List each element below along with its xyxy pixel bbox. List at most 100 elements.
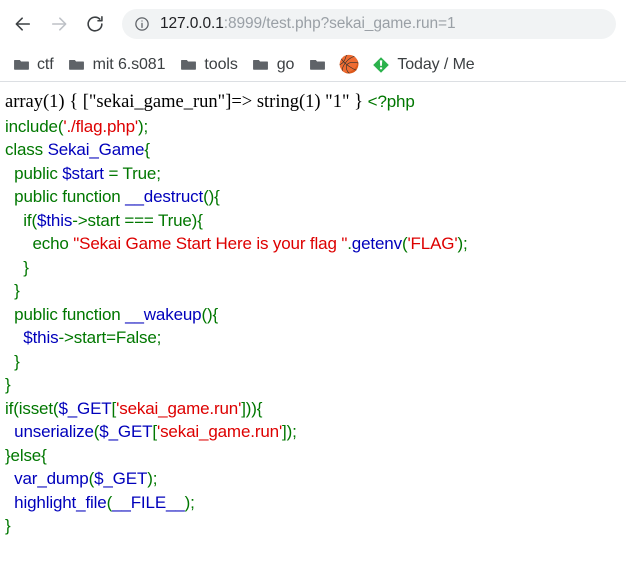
folder-icon <box>179 56 197 74</box>
bookmark-label: ctf <box>37 55 54 73</box>
code-token: ]); <box>282 422 297 441</box>
folder-icon <box>68 56 86 74</box>
code-token: $_GET <box>58 398 112 418</box>
bookmark-item-ctf[interactable]: ctf <box>5 52 61 78</box>
bookmark-label: tools <box>204 55 238 73</box>
code-line: } <box>5 350 626 374</box>
code-token: unserialize <box>14 422 94 441</box>
code-token: public function <box>14 304 126 324</box>
bookmark-item-tools[interactable]: tools <box>172 52 244 78</box>
code-token: highlight_file <box>14 492 107 512</box>
code-line: } <box>5 514 626 538</box>
info-circle-icon[interactable] <box>133 16 150 33</box>
code-token: Sekai_Game <box>47 140 145 159</box>
folder-icon <box>12 56 30 74</box>
code-line: $this->start=False; <box>5 326 626 350</box>
forward-button <box>42 7 76 41</box>
code-line: } <box>5 373 626 397</box>
reload-button[interactable] <box>78 7 112 41</box>
code-token: = True; <box>103 163 161 183</box>
code-token: $this <box>37 210 73 230</box>
code-line: public $start = True; <box>5 162 626 186</box>
url-host: 127.0.0.1 <box>160 15 224 32</box>
bookmark-item-unnamed[interactable] <box>301 52 333 78</box>
code-token: ); <box>147 469 158 488</box>
code-token: { <box>144 140 150 159</box>
code-token: class <box>5 140 48 159</box>
code-token: 'sekai_game.run' <box>156 422 283 441</box>
basketball-emoji-icon: 🏀 <box>338 54 360 74</box>
code-line: highlight_file(__FILE__); <box>5 491 626 515</box>
folder-icon <box>308 56 326 74</box>
code-token: (){ <box>203 187 220 206</box>
code-token: } <box>14 351 20 371</box>
code-token: if( <box>23 210 38 230</box>
code-line: public function __wakeup(){ <box>5 303 626 327</box>
code-line: var_dump($_GET); <box>5 467 626 491</box>
code-line: } <box>5 279 626 303</box>
code-token: public <box>14 163 63 183</box>
code-token: public function <box>14 187 126 206</box>
code-token: ); <box>137 116 149 136</box>
var-dump-output: array(1) { ["sekai_game_run"]=> string(1… <box>5 92 415 112</box>
code-token: ])){ <box>241 398 263 418</box>
bookmark-item-today-me[interactable]: Today / Me <box>365 52 481 78</box>
address-bar[interactable]: 127.0.0.1:8999/test.php?sekai_game.run=1 <box>122 9 616 39</box>
code-token: ); <box>184 492 195 512</box>
code-token: }else{ <box>5 445 47 465</box>
code-line: } <box>5 256 626 280</box>
code-token: __destruct <box>125 187 204 206</box>
code-token: $_GET <box>99 422 153 441</box>
code-line: unserialize($_GET['sekai_game.run']); <box>5 420 626 444</box>
code-token: } <box>5 516 11 535</box>
code-token: ->start === True){ <box>72 210 203 230</box>
browser-toolbar: 127.0.0.1:8999/test.php?sekai_game.run=1 <box>0 0 626 48</box>
code-token: (){ <box>201 304 219 324</box>
code-token: $_GET <box>94 469 148 488</box>
folder-icon <box>252 56 270 74</box>
bookmarks-bar: ctf mit 6.s081 tools go 🏀 Today / Me <box>0 48 626 82</box>
reload-icon <box>85 14 105 34</box>
code-token: getenv <box>351 234 402 253</box>
code-line: if($this->start === True){ <box>5 209 626 233</box>
code-token: __wakeup <box>125 304 202 324</box>
code-token: 'sekai_game.run' <box>116 398 242 418</box>
php-source-listing: include('./flag.php'); class Sekai_Game{ … <box>5 115 626 538</box>
browser-chrome: 127.0.0.1:8999/test.php?sekai_game.run=1… <box>0 0 626 82</box>
code-line: echo "Sekai Game Start Here is your flag… <box>5 232 626 256</box>
arrow-right-icon <box>49 14 69 34</box>
code-line: include('./flag.php'); <box>5 115 626 139</box>
code-token: } <box>14 281 20 300</box>
code-line: if(isset($_GET['sekai_game.run'])){ <box>5 397 626 421</box>
bookmark-label: Today / Me <box>397 55 475 73</box>
page-content: array(1) { ["sekai_game_run"]=> string(1… <box>0 82 626 538</box>
code-token: echo <box>32 234 74 253</box>
code-line: public function __destruct(){ <box>5 185 626 209</box>
back-button[interactable] <box>6 7 40 41</box>
arrow-left-icon <box>13 14 33 34</box>
code-token: $this <box>23 328 59 347</box>
code-token: } <box>23 257 29 277</box>
code-token: "Sekai Game Start Here is your flag " <box>73 234 348 253</box>
code-token: __FILE__ <box>112 492 185 512</box>
code-token: ->start=False; <box>58 328 162 347</box>
code-token: $start <box>62 163 104 183</box>
code-token: if(isset( <box>5 398 59 418</box>
code-token: } <box>5 375 11 394</box>
bookmark-item-go[interactable]: go <box>245 52 302 78</box>
bookmark-item-mit-6-s081[interactable]: mit 6.s081 <box>61 52 173 78</box>
address-bar-text: 127.0.0.1:8999/test.php?sekai_game.run=1 <box>160 14 455 34</box>
code-token: ); <box>457 234 468 253</box>
bookmark-label: go <box>276 55 295 73</box>
code-token: include( <box>5 116 64 136</box>
bookmark-label: mit 6.s081 <box>92 55 166 73</box>
code-token: './flag.php' <box>63 116 138 136</box>
bookmark-item-unnamed[interactable]: 🏀 <box>333 52 365 78</box>
code-token: 'FLAG' <box>407 234 458 253</box>
code-line: class Sekai_Game{ <box>5 138 626 162</box>
code-token: var_dump <box>14 469 89 488</box>
url-path: :8999/test.php?sekai_game.run=1 <box>223 15 456 32</box>
feedly-icon <box>372 56 390 74</box>
php-open-tag: <?php <box>367 92 415 111</box>
code-line: }else{ <box>5 444 626 468</box>
